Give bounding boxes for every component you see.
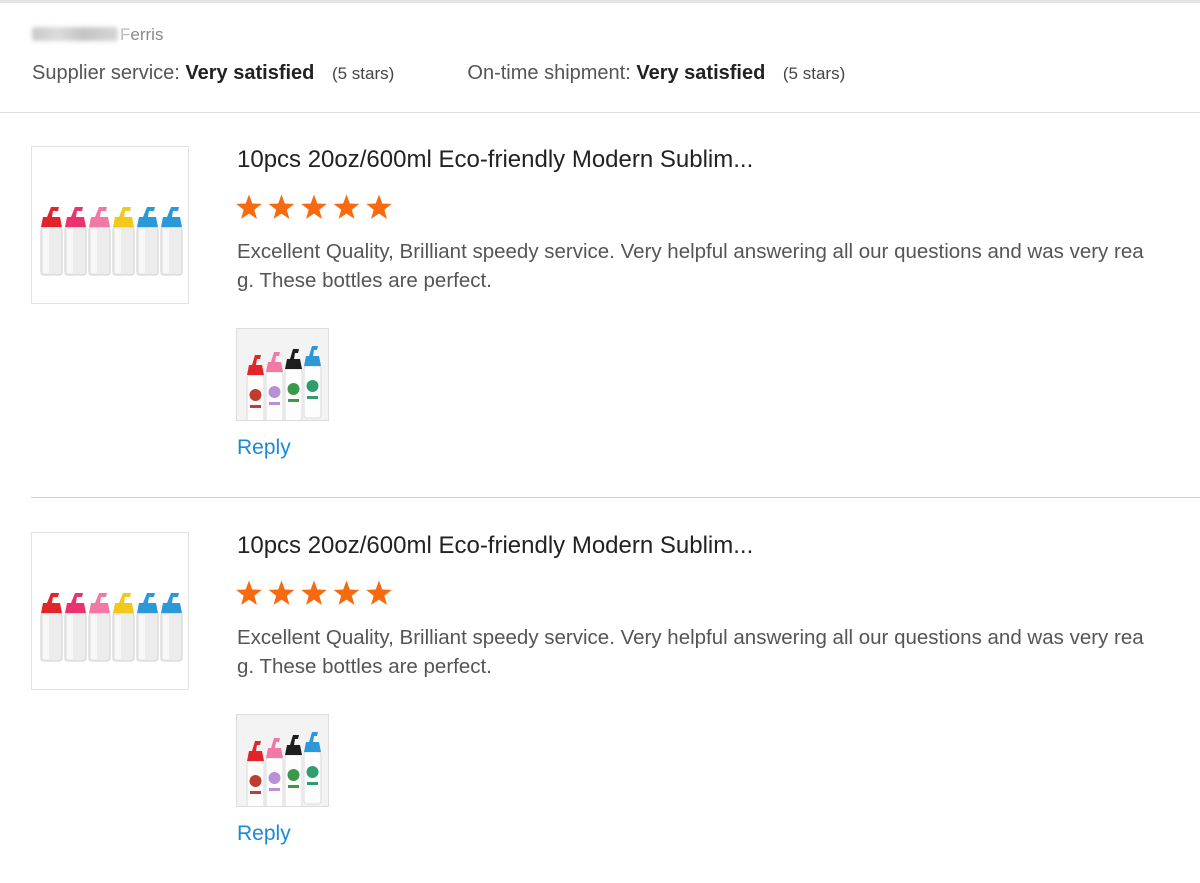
shipment-stars: (5 stars) (782, 64, 846, 83)
star-icon (268, 580, 295, 605)
header-divider (0, 112, 1200, 113)
review-photo-image (237, 715, 328, 806)
reply-link[interactable]: Reply (237, 822, 291, 846)
supplier-review-page: Ferris Supplier service: Very satisfied … (0, 0, 1200, 883)
star-rating-icons (236, 194, 392, 219)
reviewer-name-text: erris (130, 25, 164, 44)
supplier-service-value: Very satisfied (185, 62, 315, 84)
review-divider (31, 497, 1200, 498)
review-text-line-2: g. These bottles are perfect. (237, 269, 492, 292)
review-photo-thumbnail[interactable] (236, 714, 329, 807)
product-title[interactable]: 10pcs 20oz/600ml Eco-friendly Modern Sub… (237, 532, 753, 560)
review-text: Excellent Quality, Brilliant speedy serv… (237, 237, 1200, 295)
supplier-service-stars: (5 stars) (331, 64, 395, 83)
reviewer-name: Ferris (32, 25, 163, 45)
bottle-icon (64, 207, 87, 276)
decorated-bottle-icon (265, 738, 284, 806)
blurred-name (32, 27, 118, 41)
review-photo-thumbnail[interactable] (236, 328, 329, 421)
star-icon (301, 580, 327, 605)
overall-ratings: Supplier service: Very satisfied (5 star… (32, 62, 845, 85)
bottle-icon (112, 593, 135, 662)
decorated-bottle-icon (303, 732, 322, 805)
star-icon (301, 194, 327, 219)
bottle-icon (40, 207, 63, 276)
bottle-icon (136, 593, 159, 662)
bottle-icon (160, 593, 183, 662)
reply-link[interactable]: Reply (237, 436, 291, 460)
decorated-bottle-icon (284, 735, 303, 806)
product-thumbnail[interactable] (31, 146, 189, 304)
bottle-icon (64, 593, 87, 662)
review-photo-image (237, 329, 328, 420)
reviewer-name-prefix: F (120, 25, 131, 44)
bottles-product-image (40, 207, 183, 276)
star-icon (333, 580, 360, 605)
star-rating-icons (236, 580, 392, 605)
star-rating (236, 193, 396, 228)
decorated-bottle-icon (265, 352, 284, 420)
top-divider (0, 0, 1200, 3)
star-rating (236, 579, 396, 614)
review-text-line-1: Excellent Quality, Brilliant speedy serv… (237, 626, 1144, 649)
star-icon (333, 194, 360, 219)
decorated-bottle-icon (303, 346, 322, 419)
bottle-icon (40, 593, 63, 662)
star-icon (366, 580, 392, 605)
decorated-bottle-icon (284, 349, 303, 420)
review-text-line-1: Excellent Quality, Brilliant speedy serv… (237, 240, 1144, 263)
star-icon (268, 194, 295, 219)
bottle-icon (88, 593, 111, 662)
review-text-line-2: g. These bottles are perfect. (237, 655, 492, 678)
bottle-icon (136, 207, 159, 276)
supplier-service-label: Supplier service: (32, 62, 180, 84)
product-title[interactable]: 10pcs 20oz/600ml Eco-friendly Modern Sub… (237, 146, 753, 174)
shipment-label: On-time shipment: (467, 62, 631, 84)
bottle-icon (160, 207, 183, 276)
bottle-icon (88, 207, 111, 276)
star-icon (236, 580, 262, 605)
product-thumbnail[interactable] (31, 532, 189, 690)
shipment-value: Very satisfied (636, 62, 766, 84)
star-icon (236, 194, 262, 219)
bottle-icon (112, 207, 135, 276)
star-icon (366, 194, 392, 219)
review-text: Excellent Quality, Brilliant speedy serv… (237, 623, 1200, 681)
bottles-product-image (40, 593, 183, 662)
